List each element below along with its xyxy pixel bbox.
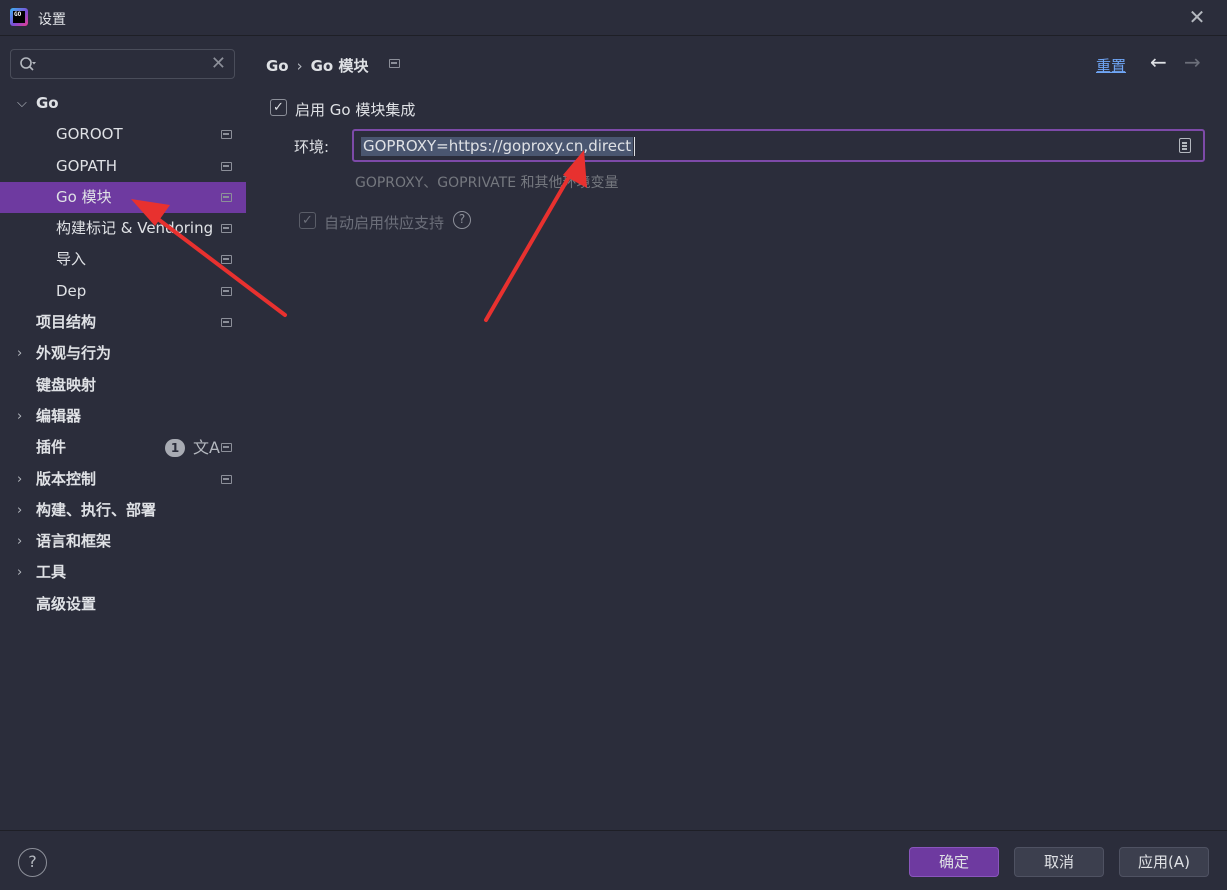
sidebar-item-label: 外观与行为 [36, 344, 112, 363]
sidebar-item-advanced[interactable]: 高级设置 [0, 589, 246, 620]
sidebar-item-label: 构建标记 & Vendoring [56, 219, 214, 238]
sidebar-item-label: 版本控制 [36, 469, 97, 488]
translate-icon: 文A [193, 438, 220, 458]
sidebar-item-label: Go [36, 94, 59, 112]
sidebar-item-label: Dep [56, 281, 87, 300]
sidebar-item-appearance[interactable]: › 外观与行为 [0, 338, 246, 369]
sidebar-item-label: 编辑器 [36, 406, 82, 425]
back-arrow-icon[interactable]: ← [1150, 50, 1167, 74]
sidebar-item-gopath[interactable]: GOPATH [0, 151, 246, 182]
reset-link[interactable]: 重置 [1096, 55, 1126, 76]
title-bar: GO 设置 ✕ [0, 0, 1227, 36]
help-icon[interactable]: ? [453, 211, 471, 229]
sidebar-item-build-tags[interactable]: 构建标记 & Vendoring [0, 213, 246, 244]
sidebar-item-label: 语言和框架 [36, 532, 112, 551]
environment-field[interactable]: GOPROXY=https://goproxy.cn,direct [352, 129, 1205, 162]
sidebar-item-editor[interactable]: › 编辑器 [0, 401, 246, 432]
sidebar-item-label: GOROOT [56, 125, 123, 144]
environment-hint: GOPROXY、GOPRIVATE 和其他环境变量 [355, 175, 619, 191]
settings-content: Go › Go 模块 重置 ← → ✓ 启用 Go 模块集成 环境: GOPROXY… [246, 37, 1227, 830]
search-input[interactable]: ✕ [10, 49, 235, 79]
chevron-down-icon[interactable]: ⌵ [17, 88, 29, 119]
vendoring-label: 自动启用供应支持 [324, 214, 445, 232]
sidebar-item-label: 插件 [36, 438, 67, 457]
environment-value[interactable]: GOPROXY=https://goproxy.cn,direct [361, 137, 636, 156]
ok-button[interactable]: 确定 [909, 847, 999, 877]
window-title: 设置 [38, 12, 66, 28]
project-scope-icon [221, 474, 232, 484]
project-scope-icon [221, 130, 232, 140]
enable-go-modules-checkbox[interactable]: ✓ [270, 99, 287, 116]
cancel-button[interactable]: 取消 [1014, 847, 1104, 877]
sidebar-item-dep[interactable]: Dep [0, 276, 246, 307]
clear-search-icon[interactable]: ✕ [211, 53, 226, 74]
sidebar-item-label: GOPATH [56, 156, 118, 175]
chevron-right-icon[interactable]: › [17, 526, 29, 557]
chevron-right-icon[interactable]: › [17, 557, 29, 588]
chevron-right-icon[interactable]: › [17, 338, 29, 369]
help-button[interactable]: ? [18, 848, 47, 877]
project-scope-icon [221, 286, 232, 296]
chevron-right-icon[interactable]: › [17, 401, 29, 432]
sidebar-item-plugins[interactable]: 插件 1 文A [0, 432, 246, 463]
sidebar-item-label: 构建、执行、部署 [36, 500, 157, 519]
project-scope-icon [221, 443, 232, 453]
apply-button[interactable]: 应用(A) [1119, 847, 1209, 877]
vendoring-checkbox: ✓ [299, 212, 316, 229]
sidebar-item-vcs[interactable]: › 版本控制 [0, 464, 246, 495]
sidebar-item-label: 工具 [36, 563, 67, 582]
sidebar-item-label: Go 模块 [56, 187, 112, 206]
sidebar-item-label: 键盘映射 [36, 375, 97, 394]
enable-go-modules-label: 启用 Go 模块集成 [295, 101, 416, 119]
sidebar-item-label: 导入 [56, 250, 87, 269]
project-scope-icon [221, 192, 232, 202]
forward-arrow-icon[interactable]: → [1184, 50, 1201, 74]
sidebar-item-keymap[interactable]: 键盘映射 [0, 370, 246, 401]
sidebar-item-imports[interactable]: 导入 [0, 244, 246, 275]
sidebar-item-label: 项目结构 [36, 313, 97, 332]
sidebar-item-go-modules[interactable]: Go 模块 [0, 181, 246, 214]
sidebar-item-label: 高级设置 [36, 594, 97, 613]
dialog-footer: ? 确定 取消 应用(A) [0, 830, 1227, 890]
sidebar-item-build-execution[interactable]: › 构建、执行、部署 [0, 495, 246, 526]
sidebar-item-languages[interactable]: › 语言和框架 [0, 526, 246, 557]
project-scope-icon [221, 224, 232, 234]
chevron-right-icon[interactable]: › [17, 495, 29, 526]
project-scope-icon [221, 255, 232, 265]
sidebar-item-project-structure[interactable]: 项目结构 [0, 307, 246, 338]
sidebar-item-goroot[interactable]: GOROOT [0, 119, 246, 150]
project-scope-icon [221, 161, 232, 171]
breadcrumb-current: Go 模块 [310, 57, 369, 75]
update-count-badge: 1 [165, 439, 185, 458]
settings-tree: ⌵ Go GOROOT GOPATH Go 模块 构建标记 & Vendorin… [0, 88, 246, 620]
chevron-right-icon[interactable]: › [17, 464, 29, 495]
breadcrumb-separator-icon: › [296, 57, 303, 75]
sidebar-item-tools[interactable]: › 工具 [0, 557, 246, 588]
project-scope-icon [221, 318, 232, 328]
close-icon[interactable]: ✕ [1187, 7, 1207, 28]
edit-variables-icon[interactable] [1179, 138, 1191, 153]
environment-label: 环境: [294, 138, 330, 156]
goland-app-icon: GO [10, 8, 28, 26]
project-scope-icon [389, 59, 400, 68]
breadcrumb: Go › Go 模块 [266, 55, 368, 76]
breadcrumb-parent[interactable]: Go [266, 57, 289, 75]
settings-sidebar: ✕ ⌵ Go GOROOT GOPATH Go 模块 构建标记 & Vendor… [0, 37, 246, 830]
search-icon [20, 57, 36, 71]
sidebar-item-go[interactable]: ⌵ Go [0, 88, 246, 119]
